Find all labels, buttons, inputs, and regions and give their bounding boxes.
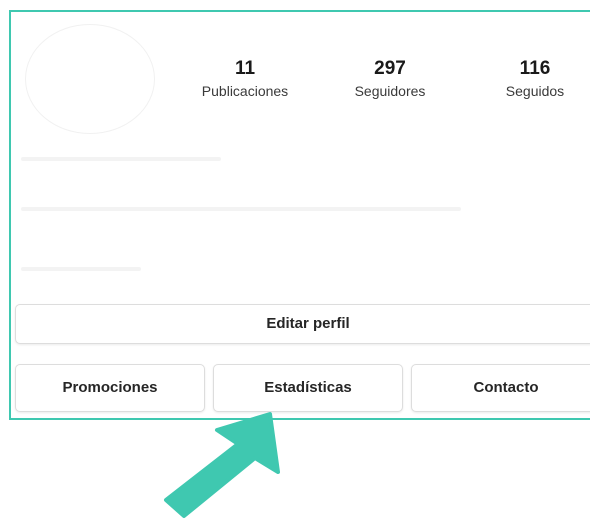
promotions-label: Promociones [62,379,158,396]
profile-name-blur [21,157,221,161]
stat-posts[interactable]: 11 Publicaciones [185,58,305,100]
insights-button[interactable]: Estadísticas [213,364,403,412]
followers-count: 297 [374,58,406,79]
arrow-pointer-icon [164,412,280,518]
profile-header-card: 11 Publicaciones 297 Seguidores 116 Segu… [9,10,590,420]
profile-bio-blur [21,207,461,211]
edit-profile-label: Editar perfil [266,315,350,332]
stat-followers[interactable]: 297 Seguidores [330,58,450,100]
contact-label: Contacto [473,379,539,396]
contact-button[interactable]: Contacto [411,364,590,412]
followers-label: Seguidores [354,83,426,99]
avatar[interactable] [25,24,155,134]
posts-count: 11 [234,58,256,79]
following-count: 116 [519,58,551,79]
promotions-button[interactable]: Promociones [15,364,205,412]
following-label: Seguidos [505,83,565,99]
posts-label: Publicaciones [201,83,289,99]
edit-profile-button[interactable]: Editar perfil [15,304,590,344]
stat-following[interactable]: 116 Seguidos [475,58,590,100]
profile-link-blur [21,267,141,271]
insights-label: Estadísticas [264,379,352,396]
